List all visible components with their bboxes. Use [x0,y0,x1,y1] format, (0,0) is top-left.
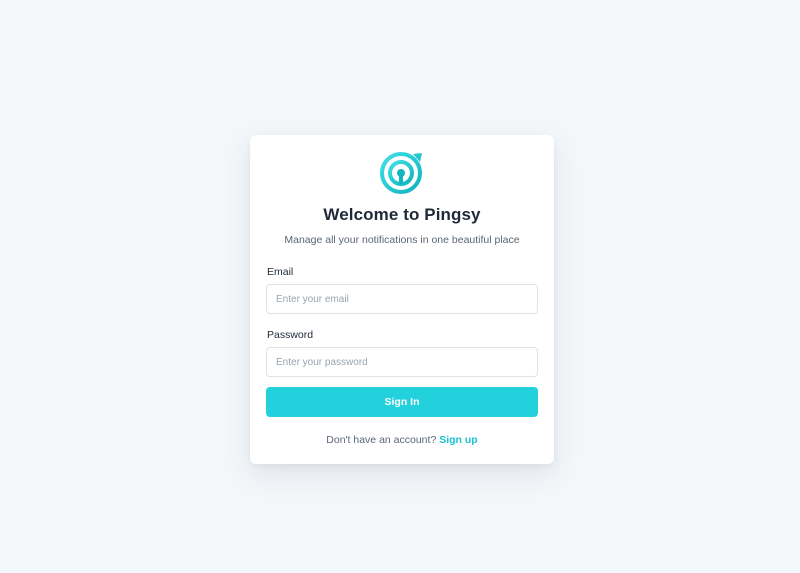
page-title: Welcome to Pingsy [323,205,481,224]
page-subtitle: Manage all your notifications in one bea… [284,234,520,246]
sign-up-link[interactable]: Sign up [439,434,478,446]
login-card: Welcome to Pingsy Manage all your notifi… [250,135,554,464]
signup-prompt: Don't have an account? Sign up [250,434,554,446]
signup-prompt-text: Don't have an account? [326,434,437,446]
sign-in-button[interactable]: Sign In [266,387,538,417]
password-label: Password [267,329,314,341]
pingsy-logo-icon [380,152,422,194]
password-field[interactable] [266,347,538,377]
email-label: Email [267,266,294,278]
email-field[interactable] [266,284,538,314]
